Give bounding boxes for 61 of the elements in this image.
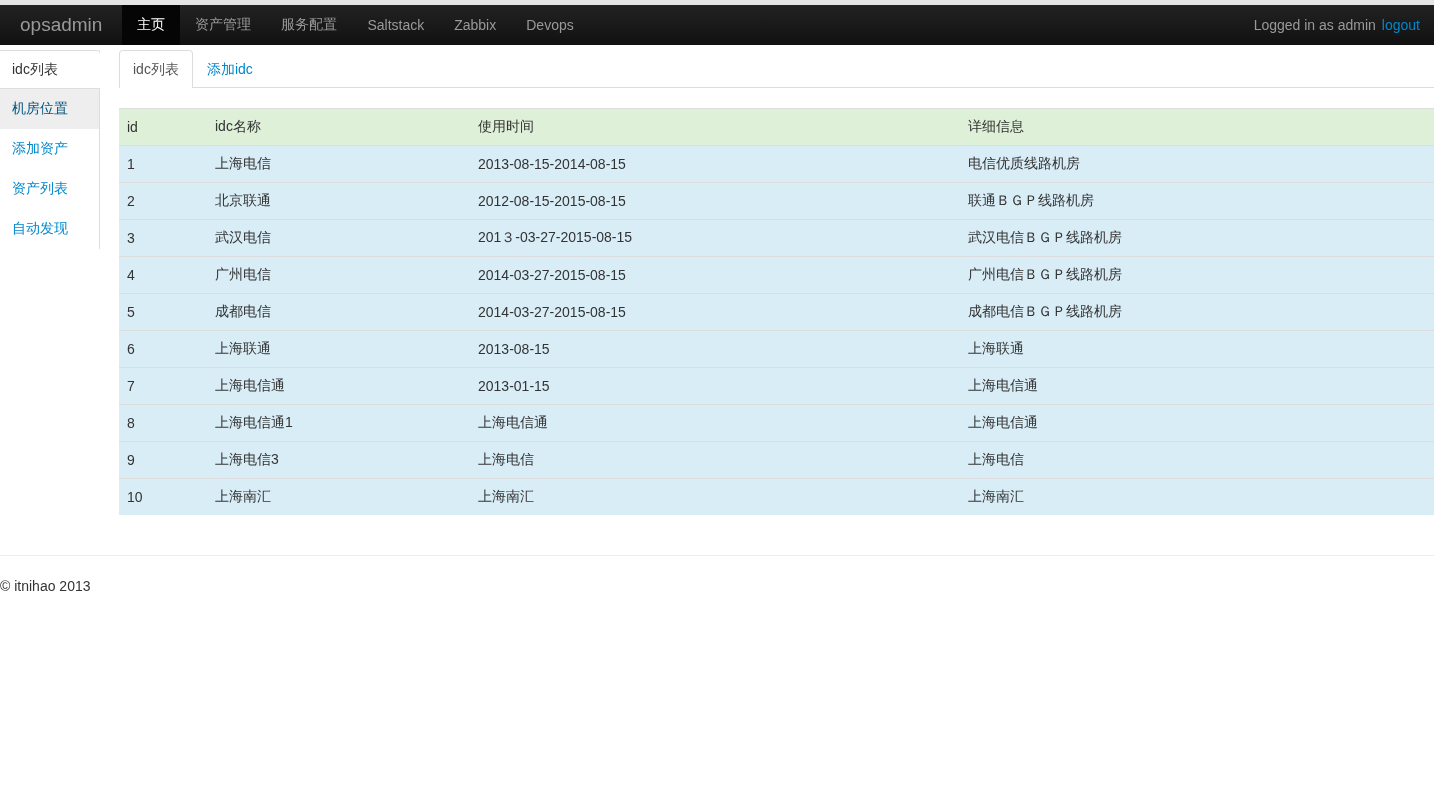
table-cell: 2013-08-15-2014-08-15 <box>470 145 960 183</box>
footer-copyright: © itnihao 2013 <box>0 578 91 594</box>
sidebar-header[interactable]: idc列表 <box>0 50 100 89</box>
table-cell: 1 <box>119 145 207 183</box>
table-cell: 联通ＢＧＰ线路机房 <box>960 182 1434 220</box>
table-cell: 上海电信通1 <box>207 404 470 442</box>
table-cell: 上海电信3 <box>207 441 470 479</box>
table-cell: 上海南汇 <box>960 478 1434 515</box>
table-cell: 2 <box>119 182 207 220</box>
table-cell: 2013-01-15 <box>470 367 960 405</box>
table-cell: 广州电信ＢＧＰ线路机房 <box>960 256 1434 294</box>
nav-link[interactable]: 服务配置 <box>266 5 353 45</box>
table-cell: 上海电信 <box>960 441 1434 479</box>
table-cell: 7 <box>119 367 207 405</box>
table-cell: 成都电信 <box>207 293 470 331</box>
column-header: id <box>119 108 207 146</box>
table-cell: 201３-03-27-2015-08-15 <box>470 219 960 257</box>
table-cell: 8 <box>119 404 207 442</box>
table-cell: 北京联通 <box>207 182 470 220</box>
table-cell: 2014-03-27-2015-08-15 <box>470 256 960 294</box>
table-cell: 上海电信通 <box>470 404 960 442</box>
sidebar-item[interactable]: 机房位置 <box>0 89 99 129</box>
table-cell: 5 <box>119 293 207 331</box>
column-header: idc名称 <box>207 108 470 146</box>
nav-link[interactable]: Devops <box>511 5 589 45</box>
tab[interactable]: idc列表 <box>119 50 193 88</box>
sidebar-item[interactable]: 添加资产 <box>0 129 99 169</box>
table-cell: 上海联通 <box>960 330 1434 368</box>
table-cell: 上海电信通 <box>207 367 470 405</box>
table-cell: 3 <box>119 219 207 257</box>
logout-link[interactable]: logout <box>1381 5 1420 45</box>
table-cell: 上海电信通 <box>960 367 1434 405</box>
table-cell: 2013-08-15 <box>470 330 960 368</box>
nav-link[interactable]: 主页 <box>122 5 181 45</box>
sidebar-item[interactable]: 自动发现 <box>0 209 99 249</box>
table-cell: 武汉电信ＢＧＰ线路机房 <box>960 219 1434 257</box>
table-cell: 9 <box>119 441 207 479</box>
table-cell: 武汉电信 <box>207 219 470 257</box>
column-header: 使用时间 <box>470 108 960 146</box>
nav-link[interactable]: 资产管理 <box>180 5 267 45</box>
table-cell: 6 <box>119 330 207 368</box>
table-cell: 成都电信ＢＧＰ线路机房 <box>960 293 1434 331</box>
column-header: 详细信息 <box>960 108 1434 146</box>
sidebar-item[interactable]: 资产列表 <box>0 169 99 209</box>
table-cell: 2014-03-27-2015-08-15 <box>470 293 960 331</box>
table-cell: 4 <box>119 256 207 294</box>
table-cell: 广州电信 <box>207 256 470 294</box>
table-cell: 上海电信 <box>207 145 470 183</box>
table-cell: 上海电信通 <box>960 404 1434 442</box>
nav-link[interactable]: Saltstack <box>352 5 440 45</box>
table-cell: 上海南汇 <box>207 478 470 515</box>
nav-link[interactable]: Zabbix <box>439 5 512 45</box>
table-cell: 上海南汇 <box>470 478 960 515</box>
brand-name[interactable]: opsadmin <box>0 5 123 45</box>
tab[interactable]: 添加idc <box>192 50 267 88</box>
table-cell: 上海电信 <box>470 441 960 479</box>
table-cell: 10 <box>119 478 207 515</box>
login-status: Logged in as admin <box>1253 16 1376 35</box>
table-cell: 2012-08-15-2015-08-15 <box>470 182 960 220</box>
table-cell: 上海联通 <box>207 330 470 368</box>
table-cell: 电信优质线路机房 <box>960 145 1434 183</box>
